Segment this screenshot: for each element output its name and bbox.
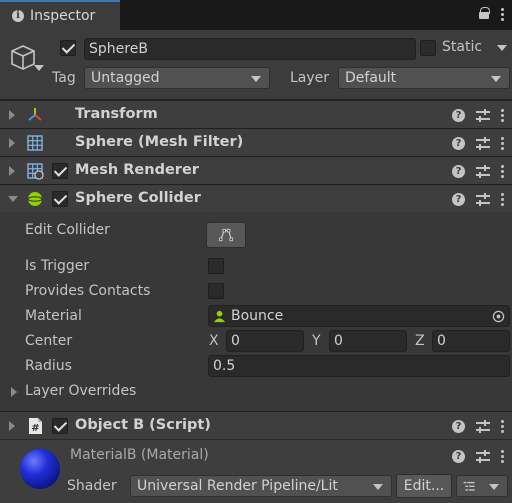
shader-edit-button[interactable]: Edit...	[396, 474, 452, 498]
physics-material-icon	[213, 310, 226, 323]
is-trigger-label: Is Trigger	[25, 258, 90, 274]
component-title: Sphere Collider	[75, 190, 201, 206]
static-label: Static	[442, 39, 483, 55]
center-y-label: Y	[312, 333, 321, 349]
info-icon: i	[12, 10, 24, 22]
component-title: Mesh Renderer	[75, 162, 199, 178]
component-object-b-script[interactable]: # Object B (Script) ?	[0, 411, 512, 439]
component-mesh-renderer[interactable]: Mesh Renderer ?	[0, 156, 512, 184]
shader-value: Universal Render Pipeline/Lit	[137, 478, 338, 494]
chevron-down-icon	[491, 76, 501, 82]
material-object-field[interactable]: Bounce	[208, 305, 510, 327]
layer-overrides-label[interactable]: Layer Overrides	[25, 383, 136, 399]
tab-bar: i Inspector	[0, 0, 512, 30]
presets-icon[interactable]	[476, 164, 490, 178]
component-menu-icon[interactable]	[501, 192, 504, 206]
component-transform[interactable]: Transform ?	[0, 100, 512, 128]
component-sphere-collider[interactable]: Sphere Collider ?	[0, 184, 512, 212]
center-label: Center	[25, 333, 73, 349]
provides-contacts-checkbox[interactable]	[208, 283, 224, 299]
component-menu-icon[interactable]	[501, 136, 504, 150]
lock-icon[interactable]	[479, 7, 490, 19]
static-dropdown-icon[interactable]	[497, 45, 507, 51]
transform-icon	[28, 108, 42, 121]
tab-inspector[interactable]: i Inspector	[0, 0, 120, 30]
material-label: Material	[25, 308, 82, 324]
help-icon[interactable]: ?	[452, 192, 465, 206]
help-icon[interactable]: ?	[452, 419, 465, 433]
edit-collider-button[interactable]	[206, 222, 246, 248]
foldout-arrow-icon[interactable]	[9, 421, 15, 431]
center-x-field[interactable]: 0	[226, 330, 304, 352]
component-enabled-checkbox[interactable]	[52, 163, 68, 179]
material-menu-icon[interactable]	[501, 449, 504, 463]
mesh-renderer-icon	[27, 163, 44, 180]
layer-dropdown[interactable]: Default	[338, 67, 510, 89]
material-title: MaterialB (Material)	[70, 447, 209, 463]
tag-dropdown[interactable]: Untagged	[84, 67, 270, 89]
foldout-arrow-icon[interactable]	[9, 166, 15, 176]
component-enabled-checkbox[interactable]	[52, 418, 68, 434]
material-section: MaterialB (Material) ? Shader Universal …	[0, 439, 512, 503]
edit-collider-icon	[219, 228, 233, 242]
svg-text:#: #	[31, 423, 39, 434]
static-checkbox[interactable]	[420, 40, 436, 56]
component-enabled-checkbox[interactable]	[52, 191, 68, 207]
chevron-down-icon	[373, 484, 383, 490]
center-x-label: X	[209, 333, 219, 349]
help-icon[interactable]: ?	[452, 164, 465, 178]
script-icon: #	[29, 418, 42, 434]
foldout-arrow-icon[interactable]	[9, 138, 15, 148]
icon-dropdown-icon[interactable]	[34, 65, 44, 71]
material-value: Bounce	[231, 308, 284, 324]
help-icon[interactable]: ?	[452, 108, 465, 122]
help-icon[interactable]: ?	[452, 136, 465, 150]
foldout-open-arrow-icon[interactable]	[8, 196, 18, 202]
object-name-field[interactable]: SphereB	[84, 38, 416, 60]
shader-options-dropdown[interactable]	[456, 475, 508, 497]
material-preview-sphere[interactable]	[20, 449, 60, 489]
presets-icon[interactable]	[476, 136, 490, 150]
sphere-collider-icon	[27, 192, 43, 206]
component-menu-icon[interactable]	[501, 419, 504, 433]
active-checkbox[interactable]	[60, 40, 76, 56]
provides-contacts-label: Provides Contacts	[25, 283, 151, 299]
tab-inspector-label: Inspector	[30, 8, 96, 24]
edit-collider-label: Edit Collider	[25, 222, 110, 238]
mesh-filter-icon	[27, 135, 43, 151]
chevron-down-icon	[251, 76, 261, 82]
component-menu-icon[interactable]	[501, 164, 504, 178]
component-title: Transform	[75, 106, 158, 122]
presets-icon[interactable]	[476, 108, 490, 122]
component-menu-icon[interactable]	[501, 108, 504, 122]
help-icon[interactable]: ?	[452, 449, 465, 463]
gameobject-header: SphereB Static Tag Untagged Layer Defaul…	[0, 30, 512, 100]
list-icon	[463, 481, 475, 491]
layer-value: Default	[345, 70, 397, 86]
presets-icon[interactable]	[476, 419, 490, 433]
center-z-field[interactable]: 0	[432, 330, 510, 352]
shader-label: Shader	[67, 478, 117, 494]
sphere-collider-properties: Edit Collider Is Trigger Provides Contac…	[0, 213, 512, 411]
tag-label: Tag	[52, 70, 76, 86]
chevron-down-icon	[489, 484, 499, 490]
tag-value: Untagged	[91, 70, 160, 86]
foldout-arrow-icon[interactable]	[9, 110, 15, 120]
radius-label: Radius	[25, 358, 72, 374]
is-trigger-checkbox[interactable]	[208, 258, 224, 274]
center-y-field[interactable]: 0	[329, 330, 407, 352]
shader-dropdown[interactable]: Universal Render Pipeline/Lit	[130, 475, 392, 497]
component-mesh-filter[interactable]: Sphere (Mesh Filter) ?	[0, 128, 512, 156]
component-title: Sphere (Mesh Filter)	[75, 134, 244, 150]
component-title: Object B (Script)	[75, 417, 211, 433]
presets-icon[interactable]	[476, 192, 490, 206]
radius-field[interactable]: 0.5	[208, 355, 510, 377]
object-picker-icon[interactable]	[492, 310, 505, 323]
presets-icon[interactable]	[476, 449, 490, 463]
layer-label: Layer	[290, 70, 330, 86]
tab-menu-icon[interactable]	[501, 7, 504, 21]
layer-overrides-foldout-icon[interactable]	[11, 387, 17, 397]
center-z-label: Z	[415, 333, 425, 349]
